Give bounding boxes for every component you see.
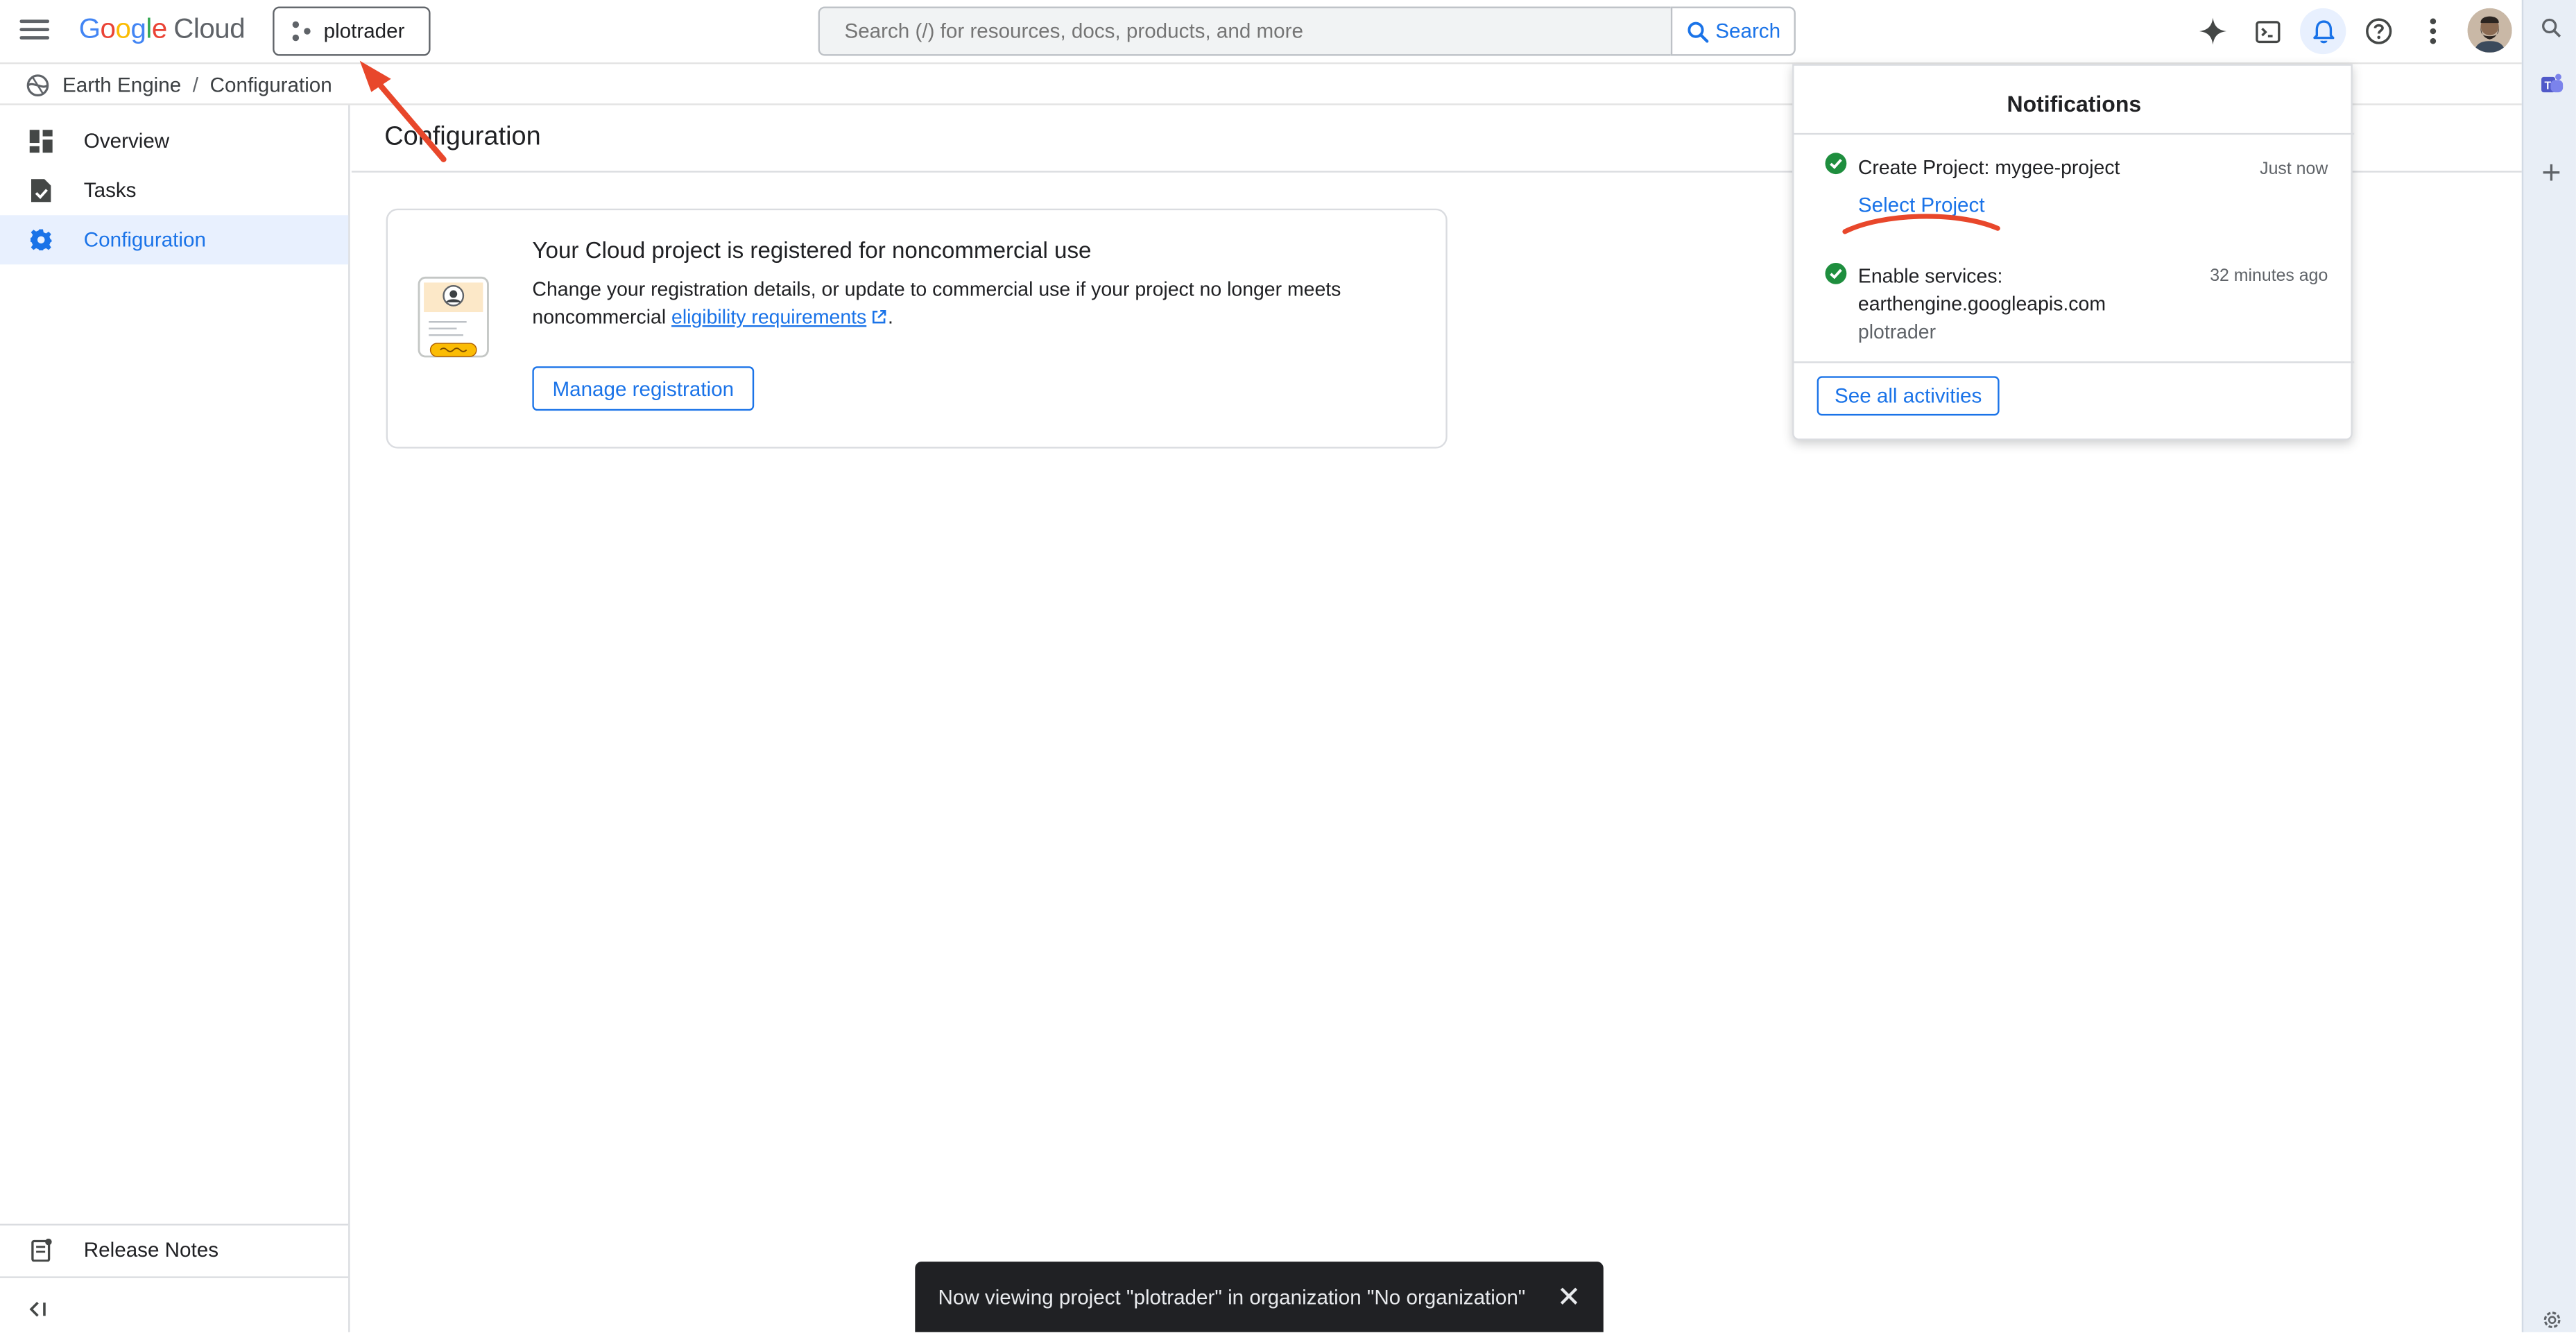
breadcrumb-earth-engine[interactable]: Earth Engine xyxy=(62,73,181,96)
registration-document-icon xyxy=(418,276,490,361)
title-divider xyxy=(351,171,1793,173)
sidebar-item-label: Configuration xyxy=(83,228,206,252)
release-notes-icon xyxy=(28,1237,54,1264)
project-hierarchy-icon xyxy=(292,21,312,42)
success-check-icon xyxy=(1825,153,1847,175)
earth-engine-icon xyxy=(26,74,49,96)
search-icon[interactable] xyxy=(2538,15,2564,41)
notifications-panel: Notifications Create Project: mygee-proj… xyxy=(1792,64,2355,440)
logo-letter: G xyxy=(78,12,101,44)
search-icon xyxy=(1688,21,1709,42)
sidebar-item-label: Tasks xyxy=(83,179,137,203)
search-button[interactable]: Search xyxy=(1670,6,1796,56)
manage-registration-button[interactable]: Manage registration xyxy=(532,366,755,411)
dashboard-icon xyxy=(28,128,54,155)
card-description: Change your registration details, or upd… xyxy=(532,276,1386,332)
notifications-divider xyxy=(1794,132,2355,135)
logo-letter: o xyxy=(115,12,131,44)
main-menu-icon[interactable] xyxy=(19,15,50,47)
eligibility-requirements-link[interactable]: eligibility requirements xyxy=(671,306,866,329)
search-input[interactable] xyxy=(818,6,1671,56)
search-button-label: Search xyxy=(1715,19,1781,43)
help-icon[interactable] xyxy=(2358,10,2401,53)
project-name: plotrader xyxy=(323,19,405,43)
notifications-bell-icon[interactable] xyxy=(2300,8,2346,55)
notification-time: 32 minutes ago xyxy=(2210,266,2328,286)
notification-project: plotrader xyxy=(1857,320,1937,344)
card-body-text: Change your registration details, or upd… xyxy=(532,277,1341,329)
snackbar: Now viewing project "plotrader" in organ… xyxy=(915,1262,1604,1332)
logo-letter: o xyxy=(100,12,116,44)
breadcrumb-separator: / xyxy=(192,73,199,96)
close-icon[interactable] xyxy=(1554,1282,1584,1312)
sidebar-item-overview[interactable]: Overview xyxy=(0,117,348,166)
right-side-rail: T xyxy=(2521,0,2576,1332)
external-link-icon xyxy=(873,309,887,324)
logo-letter: g xyxy=(130,12,146,44)
sidebar-item-release-notes[interactable]: Release Notes xyxy=(0,1226,348,1275)
add-icon[interactable] xyxy=(2538,160,2564,186)
account-avatar[interactable] xyxy=(2467,8,2512,53)
top-bar: Google Cloud plotrader Search xyxy=(0,0,2522,64)
settings-gear-icon[interactable] xyxy=(2538,1306,2564,1332)
more-options-icon[interactable] xyxy=(2412,10,2455,53)
page-title: Configuration xyxy=(384,123,541,151)
breadcrumb-configuration: Configuration xyxy=(209,73,332,96)
sidebar: Overview Tasks Configuration Release Not… xyxy=(0,105,350,1332)
sidebar-item-tasks[interactable]: Tasks xyxy=(0,166,348,215)
snackbar-message: Now viewing project "plotrader" in organ… xyxy=(938,1285,1526,1309)
eligibility-link-text: eligibility requirements xyxy=(671,305,867,329)
gear-icon xyxy=(28,227,54,253)
notification-time: Just now xyxy=(2260,159,2328,180)
notification-text: Enable services: xyxy=(1857,264,2003,288)
tasks-icon xyxy=(28,178,54,204)
notifications-divider xyxy=(1794,361,2355,363)
success-check-icon xyxy=(1825,262,1847,284)
select-project-link[interactable]: Select Project xyxy=(1858,194,1985,216)
notification-text: Create Project: mygee-project xyxy=(1857,156,2120,180)
teams-app-icon[interactable]: T xyxy=(2538,71,2564,97)
cloud-shell-terminal-icon[interactable] xyxy=(2246,10,2289,53)
sidebar-item-configuration[interactable]: Configuration xyxy=(0,215,349,265)
google-cloud-logo[interactable]: Google Cloud xyxy=(78,12,246,46)
logo-letter: e xyxy=(151,12,167,44)
card-body-end: . xyxy=(888,305,893,329)
registration-card: Your Cloud project is registered for non… xyxy=(386,208,1448,449)
see-all-activities-button[interactable]: See all activities xyxy=(1817,376,2000,416)
collapse-sidebar-icon[interactable] xyxy=(28,1298,54,1324)
sidebar-item-label: Release Notes xyxy=(83,1238,219,1262)
project-picker-button[interactable]: plotrader xyxy=(273,6,431,56)
notifications-title: Notifications xyxy=(2007,92,2142,117)
sidebar-item-label: Overview xyxy=(83,130,170,153)
card-heading: Your Cloud project is registered for non… xyxy=(532,237,1092,263)
logo-product: Cloud xyxy=(173,12,246,44)
sidebar-divider xyxy=(0,1276,349,1278)
gemini-sparkle-icon[interactable] xyxy=(2192,10,2235,53)
notification-service: earthengine.googleapis.com xyxy=(1857,292,2106,316)
title-divider xyxy=(2351,171,2522,173)
svg-text:T: T xyxy=(2543,79,2550,91)
